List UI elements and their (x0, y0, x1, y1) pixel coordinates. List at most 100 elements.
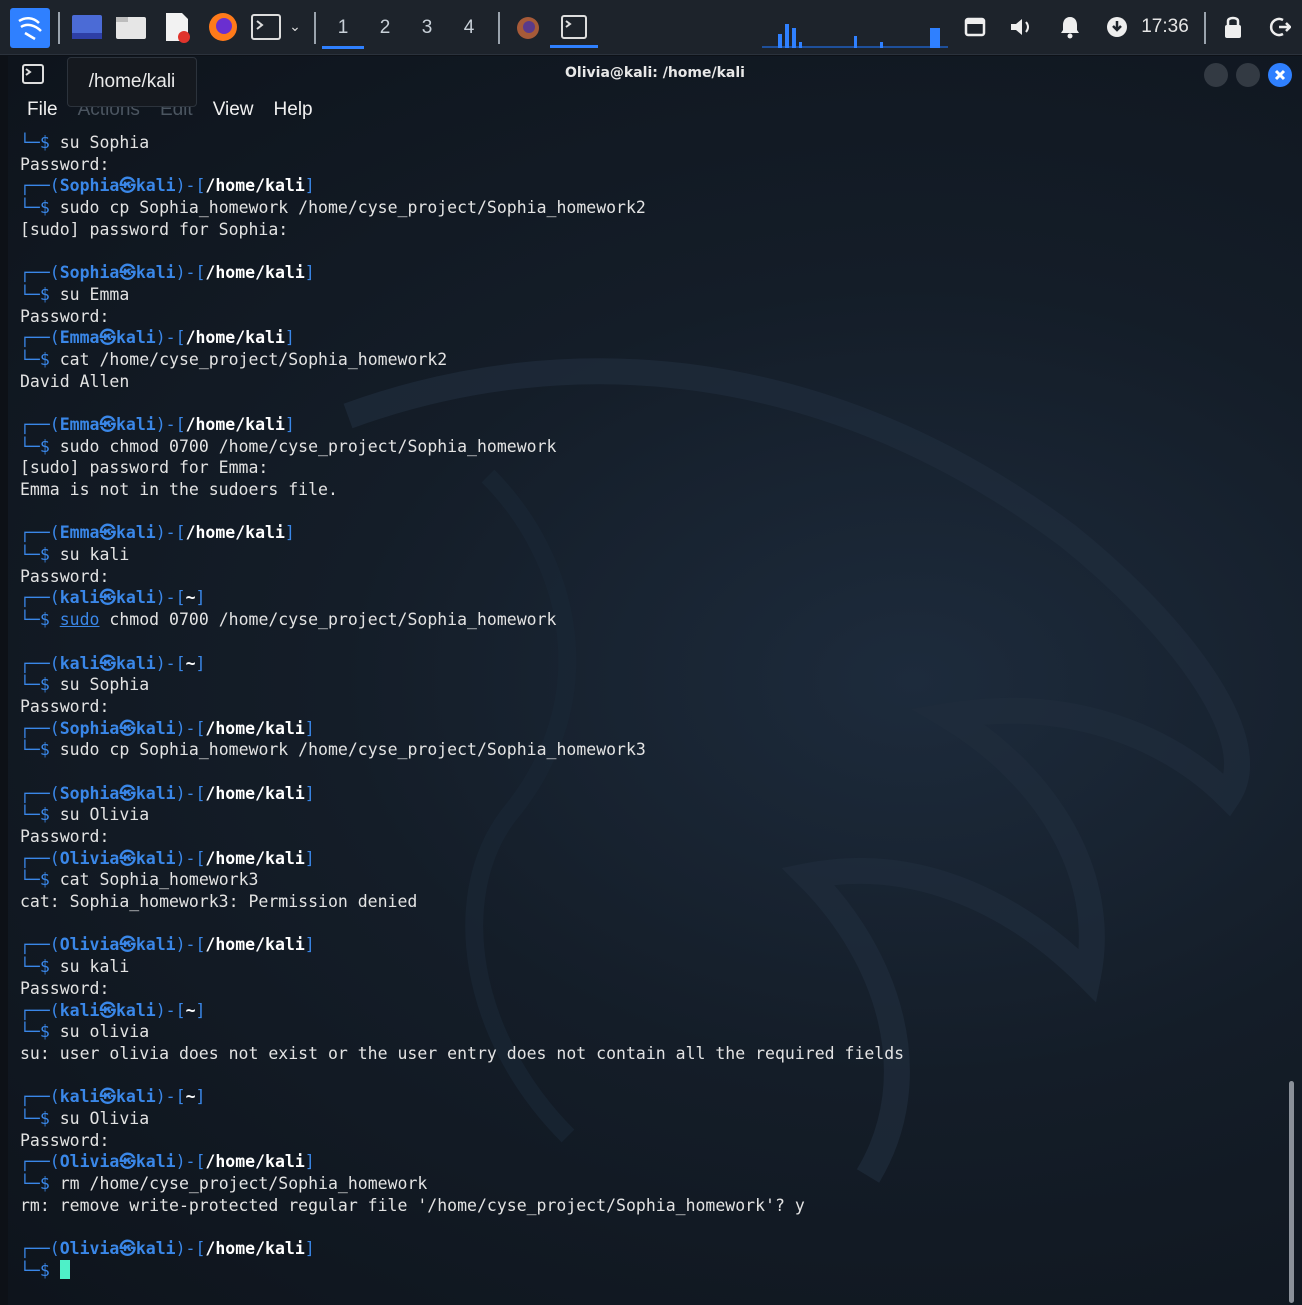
command-args: kali (79, 957, 130, 977)
output-text: cat: Sophia_homework3: Permission denied (20, 892, 418, 912)
workspace-3[interactable]: 3 (406, 10, 448, 46)
prompt-at-icon: ㉿ (119, 783, 136, 803)
command-name: rm (59, 1174, 80, 1193)
prompt-frame: └─ (20, 133, 40, 152)
prompt-dollar: $ (39, 610, 60, 630)
prompt-frame: )-[ (175, 263, 206, 283)
prompt-line: ┌──(Emma㉿kali)-[/home/kali] (20, 522, 1282, 544)
firefox-icon[interactable] (206, 10, 240, 44)
prompt-path: /home/kali (205, 1239, 305, 1259)
menu-view[interactable]: View (213, 99, 254, 121)
command-name: sudo (59, 436, 100, 456)
prompt-frame: ] (195, 653, 206, 673)
terminal-launcher-icon[interactable] (250, 12, 282, 42)
prompt-host: kali (116, 328, 156, 348)
notification-bell-icon[interactable] (1054, 12, 1086, 42)
panel-separator (314, 12, 316, 44)
prompt-frame: ] (304, 1239, 315, 1259)
prompt-user: Olivia (59, 935, 120, 955)
prompt-at-icon: ㉿ (99, 1087, 117, 1107)
maximize-button[interactable] (1236, 63, 1260, 87)
prompt-user: kali (59, 1087, 100, 1107)
workspace-label: 1 (337, 17, 349, 38)
prompt-frame: )-[ (175, 1239, 206, 1259)
terminal-output[interactable]: └─$ su Sophia Password: ┌──(Sophia㉿kali)-[… (20, 132, 1282, 1281)
prompt-user: Olivia (59, 848, 120, 868)
prompt-at-icon: ㉿ (99, 328, 117, 348)
command-line: └─$ sudo chmod 0700 /home/cyse_project/S… (20, 609, 1282, 631)
output-line: cat: Sophia_homework3: Permission denied (20, 891, 1282, 913)
output-line: Password: (20, 154, 1282, 176)
command-name: su (59, 133, 80, 152)
command-args: chmod 0700 /home/cyse_project/Sophia_hom… (99, 436, 557, 456)
prompt-frame: ┌──( (20, 1239, 60, 1259)
prompt-host: kali (135, 1152, 176, 1172)
menu-file[interactable]: File (27, 99, 58, 121)
prompt-line: ┌──(kali㉿kali)-[~] (20, 1000, 1282, 1022)
output-text: Password: (20, 978, 110, 998)
command-args: Sophia_homework3 (89, 870, 259, 890)
prompt-dollar: $ (39, 1022, 60, 1042)
workspace-4[interactable]: 4 (448, 10, 490, 46)
prompt-at-icon: ㉿ (99, 653, 117, 673)
prompt-at-icon: ㉿ (119, 176, 136, 196)
menu-help[interactable]: Help (274, 99, 313, 121)
prompt-path: ~ (185, 1000, 196, 1020)
prompt-host: kali (135, 176, 176, 196)
command-args: Sophia (79, 675, 150, 695)
command-line: └─$ sudo chmod 0700 /home/cyse_project/S… (20, 436, 1282, 458)
prompt-frame: )-[ (155, 1000, 186, 1020)
prompt-frame: └─ (20, 610, 40, 630)
prompt-frame: ] (195, 1000, 206, 1020)
text-cursor[interactable] (59, 1259, 70, 1279)
chevron-down-icon[interactable]: ⌄ (286, 16, 304, 38)
workspace-1[interactable]: 1 (322, 10, 364, 49)
output-line: Password: (20, 826, 1282, 848)
text-editor-icon[interactable] (160, 10, 194, 44)
prompt-line: ┌──(kali㉿kali)-[~] (20, 653, 1282, 675)
title-bar[interactable]: Olivia@kali: /home/kali (8, 56, 1302, 94)
panel-separator (498, 12, 500, 44)
prompt-at-icon: ㉿ (119, 1152, 136, 1172)
firefox-task-icon[interactable] (510, 12, 546, 44)
prompt-at-icon: ㉿ (99, 414, 117, 434)
prompt-path: ~ (185, 1087, 196, 1107)
command-name: su (59, 545, 80, 565)
terminal-scrollbar[interactable] (1289, 1081, 1294, 1303)
output-line: [sudo] password for Sophia: (20, 219, 1282, 241)
prompt-path: /home/kali (185, 414, 285, 434)
window-title: Olivia@kali: /home/kali (565, 65, 745, 81)
prompt-dollar: $ (39, 198, 60, 218)
prompt-dollar: $ (39, 675, 60, 695)
prompt-dollar: $ (39, 284, 60, 304)
command-line: └─$ su Olivia (20, 1108, 1282, 1130)
file-manager-icon[interactable] (114, 12, 148, 42)
prompt-line: ┌──(Olivia㉿kali)-[/home/kali] (20, 848, 1282, 870)
notes-icon[interactable] (960, 12, 990, 42)
update-icon[interactable] (1102, 12, 1132, 42)
prompt-host: kali (135, 783, 176, 803)
lock-screen-icon[interactable] (1218, 12, 1248, 42)
minimize-button[interactable] (1204, 63, 1228, 87)
prompt-line: ┌──(Sophia㉿kali)-[/home/kali] (20, 175, 1282, 197)
kali-menu-icon[interactable] (10, 8, 50, 48)
show-desktop-icon[interactable] (70, 12, 104, 42)
output-line: Password: (20, 978, 1282, 1000)
prompt-frame: ┌──( (20, 588, 60, 608)
terminal-task-icon[interactable] (550, 8, 598, 48)
prompt-line: ┌──(Olivia㉿kali)-[/home/kali] (20, 1151, 1282, 1173)
volume-icon[interactable] (1006, 12, 1038, 42)
panel-separator (58, 12, 60, 44)
workspace-2[interactable]: 2 (364, 10, 406, 46)
close-button[interactable] (1268, 63, 1292, 87)
command-line: └─$ su kali (20, 544, 1282, 566)
output-text: su: user olivia does not exist or the us… (20, 1043, 905, 1063)
logout-icon[interactable] (1264, 12, 1296, 42)
prompt-user: Sophia (59, 176, 120, 196)
clock[interactable]: 17:36 (1136, 12, 1194, 42)
prompt-dollar: $ (39, 957, 60, 977)
prompt-dollar: $ (39, 740, 60, 760)
prompt-frame: ] (304, 718, 315, 738)
output-line: Password: (20, 696, 1282, 718)
